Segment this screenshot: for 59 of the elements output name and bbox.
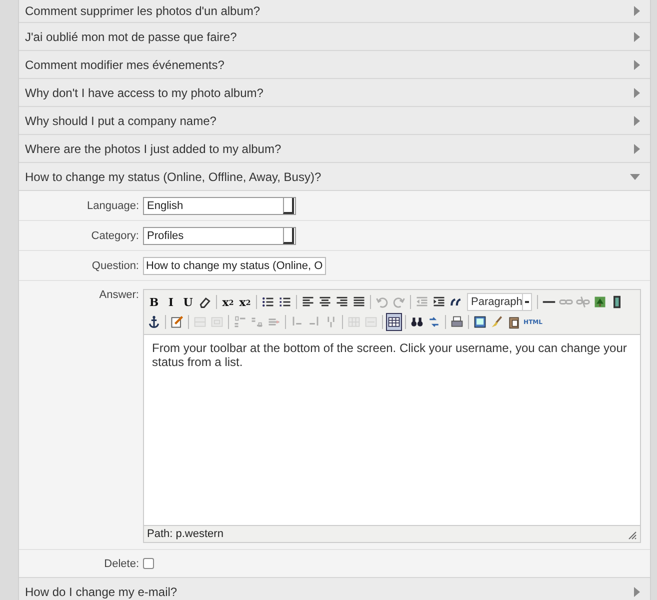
field-label: Language: [86, 200, 139, 212]
expand-arrow-icon[interactable] [634, 32, 640, 42]
format-button[interactable]: I [163, 293, 179, 311]
redo-icon [392, 295, 406, 309]
field-label: Answer: [98, 289, 139, 301]
expand-arrow-icon[interactable] [634, 60, 640, 70]
faq-question[interactable]: Why don't I have access to my photo album? [19, 79, 650, 107]
faq-question[interactable]: Why should I put a company name? [19, 107, 650, 135]
unlink-icon [576, 295, 590, 309]
align-center-icon [318, 295, 332, 309]
category-select[interactable]: Profiles [143, 226, 296, 244]
faq-question[interactable]: How do I change my e-mail? [19, 578, 650, 600]
image-icon [593, 295, 607, 309]
table-grid-icon [364, 315, 378, 329]
window-icon [473, 315, 487, 329]
language-select[interactable]: English [143, 196, 296, 214]
notepad-icon [170, 315, 184, 329]
format-button[interactable]: U [180, 293, 196, 311]
resize-handle-icon[interactable] [628, 531, 637, 540]
justify-icon [352, 295, 366, 309]
faq-question[interactable]: J'ai oublié mon mot de passe que faire? [19, 23, 650, 51]
broom-icon [490, 315, 504, 329]
bullet-list-icon [261, 295, 275, 309]
table-grid-icon [347, 315, 361, 329]
expand-arrow-icon[interactable] [634, 88, 640, 98]
answer-text[interactable]: From your toolbar at the bottom of the screen. Click your username, you can change your status from a list. [144, 335, 640, 525]
eraser-icon [198, 295, 212, 309]
table-row-icon [193, 315, 207, 329]
faq-question[interactable]: Comment supprimer les photos d'un album? [19, 0, 650, 23]
delete-checkbox[interactable] [143, 558, 154, 569]
indent-icon [432, 295, 446, 309]
undo-icon [375, 295, 389, 309]
question-field[interactable]: How to change my status (Online, O [143, 256, 326, 274]
field-label: Category: [90, 230, 139, 242]
collapse-arrow-icon[interactable] [630, 174, 640, 180]
table-cell-icon [210, 315, 224, 329]
table-icon [387, 315, 401, 329]
faq-question[interactable]: Comment modifier mes événements? [19, 51, 650, 79]
printer-icon [450, 315, 464, 329]
align-right-icon [335, 295, 349, 309]
expand-arrow-icon[interactable] [634, 6, 640, 16]
expand-arrow-icon[interactable] [634, 586, 640, 596]
numbered-list-icon [278, 295, 292, 309]
toolbar-button[interactable] [146, 313, 162, 331]
format-select[interactable]: Paragraph [467, 293, 532, 311]
binoculars-icon [410, 315, 424, 329]
align-left-icon [301, 295, 315, 309]
field-label: Delete: [103, 558, 139, 570]
expand-arrow-icon[interactable] [634, 144, 640, 154]
field-label: Question: [90, 260, 139, 272]
expand-arrow-icon[interactable] [634, 116, 640, 126]
outdent-icon [415, 295, 429, 309]
anchor-icon [147, 315, 161, 329]
element-path: Path: p.western [147, 528, 224, 540]
arrows-icon [427, 315, 441, 329]
clipboard-icon [507, 315, 521, 329]
format-button[interactable]: B [146, 293, 162, 311]
horizontal-rule-icon [542, 300, 556, 304]
toolbar-button[interactable] [386, 313, 402, 331]
